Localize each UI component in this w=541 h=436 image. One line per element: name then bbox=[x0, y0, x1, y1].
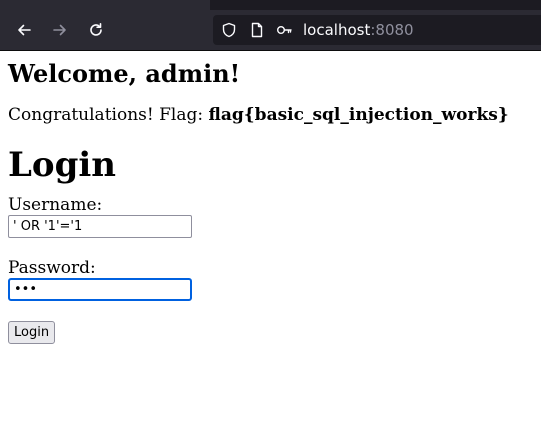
url-host: localhost bbox=[303, 21, 371, 39]
tracking-shield-icon[interactable] bbox=[221, 22, 237, 38]
password-input[interactable] bbox=[8, 278, 192, 301]
page-icon[interactable] bbox=[249, 22, 265, 38]
url-text: localhost:8080 bbox=[303, 21, 414, 39]
page-content: Welcome, admin! Congratulations! Flag: f… bbox=[0, 60, 541, 344]
login-form: Username: Password: Login bbox=[8, 195, 533, 344]
address-bar[interactable]: localhost:8080 bbox=[213, 15, 541, 45]
tab-strip bbox=[0, 0, 541, 10]
url-port: :8080 bbox=[370, 21, 414, 39]
forward-button[interactable] bbox=[48, 18, 72, 42]
forward-arrow-icon bbox=[53, 24, 66, 36]
back-button[interactable] bbox=[12, 18, 36, 42]
key-icon[interactable] bbox=[276, 22, 292, 38]
password-label: Password: bbox=[8, 258, 96, 278]
reload-icon bbox=[90, 23, 102, 36]
active-tab-edge bbox=[0, 0, 210, 10]
back-arrow-icon bbox=[18, 24, 31, 36]
flag-prefix: Congratulations! Flag: bbox=[8, 105, 209, 125]
login-title: Login bbox=[8, 145, 116, 185]
login-button[interactable]: Login bbox=[8, 321, 56, 344]
welcome-heading: Welcome, admin! bbox=[8, 59, 241, 88]
flag-value: flag{basic_sql_injection_works} bbox=[208, 105, 509, 125]
browser-toolbar: localhost:8080 bbox=[0, 10, 541, 51]
username-input[interactable] bbox=[8, 215, 192, 238]
reload-button[interactable] bbox=[84, 18, 108, 42]
flag-message: Congratulations! Flag: flag{basic_sql_in… bbox=[8, 105, 533, 125]
username-label: Username: bbox=[8, 195, 103, 215]
